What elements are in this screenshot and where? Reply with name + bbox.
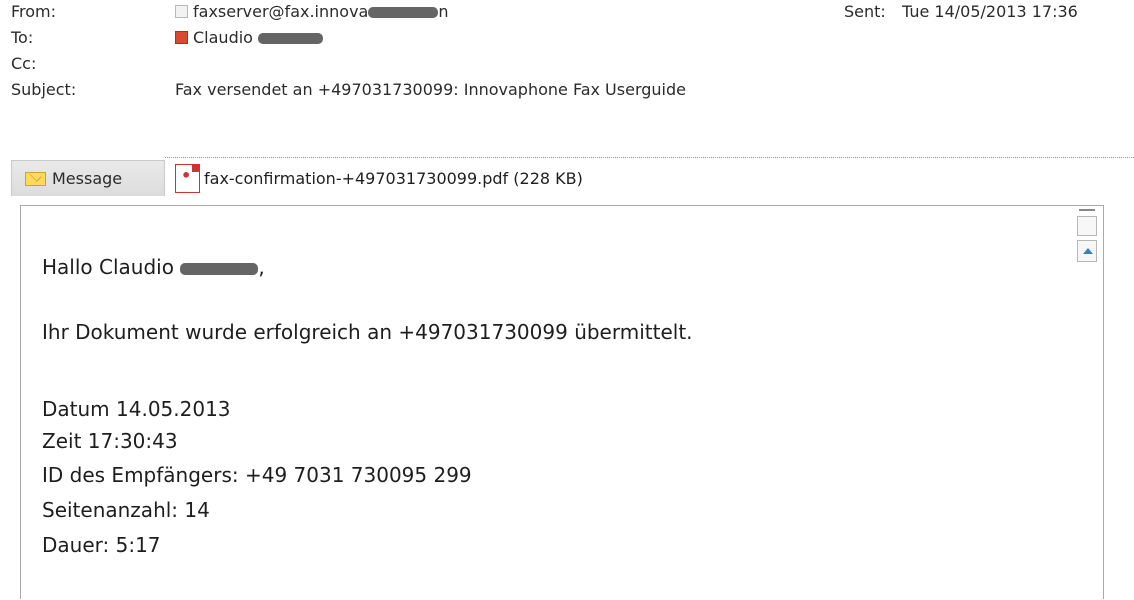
header-sent-value: Tue 14/05/2013 17:36 bbox=[902, 2, 1078, 21]
split-view-icon[interactable] bbox=[1079, 209, 1095, 211]
body-line-sent: Ihr Dokument wurde erfolgreich an +49703… bbox=[42, 320, 693, 344]
tab-message-label: Message bbox=[52, 169, 123, 188]
header-subject-value: Fax versendet an +497031730099: Innovaph… bbox=[175, 80, 686, 99]
header-to-label: To: bbox=[11, 28, 34, 47]
to-name: Claudio bbox=[193, 28, 253, 47]
body-line-recipient-id: ID des Empfängers: +49 7031 730095 299 bbox=[42, 463, 472, 487]
envelope-icon bbox=[25, 171, 46, 186]
pdf-icon bbox=[175, 163, 200, 193]
contact-status-gray-icon bbox=[175, 5, 188, 18]
split-view-icon-box[interactable] bbox=[1077, 216, 1097, 236]
header-to-value[interactable]: Claudio bbox=[175, 28, 324, 47]
header-divider bbox=[165, 157, 1134, 158]
redacted-block bbox=[180, 262, 259, 275]
contact-status-red-icon bbox=[175, 31, 188, 44]
body-line-duration: Dauer: 5:17 bbox=[42, 533, 161, 557]
redacted-block bbox=[368, 7, 439, 18]
body-line-pages: Seitenanzahl: 14 bbox=[42, 498, 210, 522]
vertical-scrollbar[interactable] bbox=[1077, 209, 1097, 600]
scroll-up-arrow-icon[interactable] bbox=[1077, 240, 1097, 262]
greeting-comma: , bbox=[258, 255, 265, 279]
header-from-label: From: bbox=[11, 2, 57, 21]
from-address-tail: n bbox=[438, 2, 449, 21]
header-cc-label: Cc: bbox=[11, 54, 37, 73]
tab-message[interactable]: Message bbox=[11, 160, 165, 196]
body-line-time: Zeit 17:30:43 bbox=[42, 429, 178, 453]
body-line-date: Datum 14.05.2013 bbox=[42, 397, 231, 421]
greeting-text: Hallo Claudio bbox=[42, 255, 174, 279]
header-from-value[interactable]: faxserver@fax.innova n bbox=[175, 2, 448, 21]
attachment-label: fax-confirmation-+497031730099.pdf (228 … bbox=[204, 168, 583, 188]
header-subject-label: Subject: bbox=[11, 80, 77, 99]
from-address: faxserver@fax.innova bbox=[193, 2, 369, 21]
body-greeting: Hallo Claudio , bbox=[42, 255, 265, 279]
redacted-block bbox=[258, 33, 324, 44]
header-sent-label: Sent: bbox=[844, 2, 886, 21]
attachment-pdf[interactable]: fax-confirmation-+497031730099.pdf (228 … bbox=[175, 162, 583, 194]
